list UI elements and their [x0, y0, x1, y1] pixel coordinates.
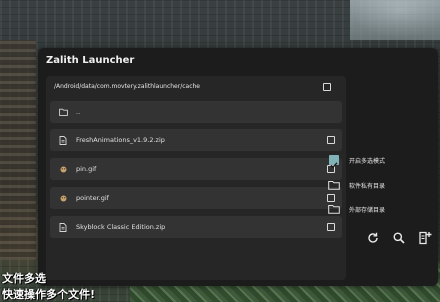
- external-storage-label: 外部存储目录: [349, 207, 386, 214]
- folder-icon: [59, 108, 68, 116]
- private-directory-option[interactable]: 软件私有目录: [325, 178, 405, 192]
- list-item-file[interactable]: pin.gif: [50, 158, 342, 180]
- launcher-window: Zalith Launcher /Android/data/com.movter…: [38, 48, 438, 286]
- private-directory-label: 软件私有目录: [349, 183, 386, 190]
- current-path: /Android/data/com.movtery.zalithlauncher…: [54, 83, 200, 90]
- folder-icon: [328, 181, 340, 190]
- gif-icon: [60, 195, 67, 202]
- list-item-label: pointer.gif: [76, 194, 109, 202]
- multi-select-label: 开启多选模式: [349, 158, 386, 165]
- list-item-label: ..: [76, 108, 81, 116]
- list-item-file[interactable]: FreshAnimations_v1.9.2.zip: [50, 129, 342, 151]
- item-checkbox[interactable]: [327, 194, 335, 202]
- folder-icon: [328, 205, 340, 214]
- caption-subtitle: 快速操作多个文件!: [2, 288, 96, 301]
- window-title: Zalith Launcher: [46, 55, 135, 66]
- list-item-file[interactable]: Skyblock Classic Edition.zip: [50, 216, 342, 238]
- item-checkbox[interactable]: [327, 136, 335, 144]
- list-item-label: FreshAnimations_v1.9.2.zip: [76, 136, 165, 144]
- add-file-icon[interactable]: [418, 230, 432, 245]
- list-item-file[interactable]: pointer.gif: [50, 187, 342, 209]
- select-all-checkbox[interactable]: [323, 83, 331, 91]
- file-list-panel: /Android/data/com.movtery.zalithlauncher…: [46, 76, 346, 280]
- background-sky: [350, 0, 440, 40]
- gif-icon: [60, 166, 67, 173]
- background-wall: [0, 40, 36, 260]
- list-item-label: Skyblock Classic Edition.zip: [76, 223, 166, 231]
- refresh-icon[interactable]: [366, 230, 380, 244]
- external-storage-option[interactable]: 外部存储目录: [325, 202, 405, 216]
- list-item-parent-folder[interactable]: ..: [50, 101, 342, 123]
- file-icon: [59, 136, 67, 145]
- caption-title: 文件多选: [2, 272, 46, 285]
- multi-select-toggle[interactable]: 开启多选模式: [325, 153, 405, 169]
- checkbox-checked-icon: [329, 155, 339, 169]
- item-checkbox[interactable]: [327, 223, 335, 231]
- search-icon[interactable]: [392, 230, 406, 244]
- list-item-label: pin.gif: [76, 165, 97, 173]
- toolbar: [362, 230, 438, 246]
- file-icon: [59, 223, 67, 232]
- current-path-row: /Android/data/com.movtery.zalithlauncher…: [46, 76, 346, 98]
